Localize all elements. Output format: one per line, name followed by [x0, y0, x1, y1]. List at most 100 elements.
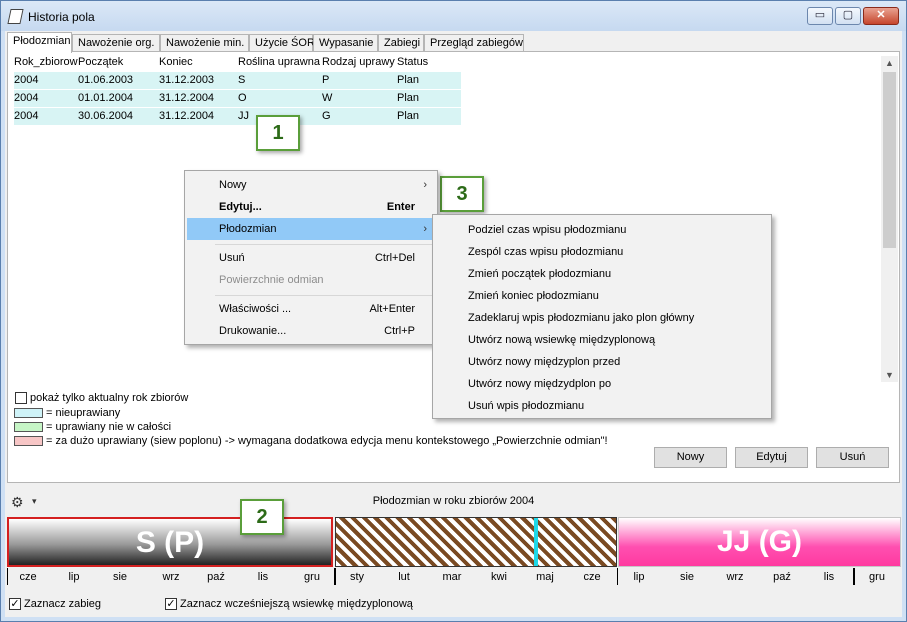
scroll-up-icon[interactable]: ▲ — [881, 56, 898, 70]
callout-marker-2: 2 — [240, 499, 284, 535]
column-header-status[interactable]: Status — [397, 56, 428, 68]
menu-item-edit[interactable]: Edytuj... Enter — [187, 196, 435, 218]
cell-crop: S — [238, 74, 246, 86]
legend-swatch — [14, 422, 43, 432]
timeline-bar: S (P) JJ (G) — [7, 517, 901, 567]
month-tick — [617, 568, 618, 585]
menu-separator — [215, 244, 435, 245]
cell-year: 2004 — [14, 74, 39, 86]
year-tick — [334, 568, 336, 585]
month-label: lis — [823, 571, 835, 583]
crop-block-s[interactable]: S (P) — [7, 517, 333, 567]
tab-uzycie-sor[interactable]: Użycie ŚOR — [249, 34, 315, 51]
document-icon — [7, 9, 24, 24]
cell-crop: O — [238, 92, 247, 104]
month-label: paź — [773, 571, 791, 583]
submenu-item-new-undersowing[interactable]: Utwórz nową wsiewkę międzyplonową — [435, 329, 769, 351]
crop-block-o[interactable] — [335, 517, 617, 567]
scroll-thumb[interactable] — [883, 72, 896, 248]
submenu-item-label: Zmień koniec płodozmianu — [468, 290, 599, 302]
year-tick — [853, 568, 855, 585]
submenu-item-label: Zadeklaruj wpis płodozmianu jako plon gł… — [468, 312, 695, 324]
submenu-item-catch-crop-after[interactable]: Utwórz nowy międzydplon po — [435, 373, 769, 395]
vertical-scrollbar[interactable]: ▲ ▼ — [881, 56, 898, 382]
cell-crop: JJ — [238, 110, 249, 122]
tab-przeglad-zabiegow[interactable]: Przegląd zabiegów — [424, 34, 524, 51]
minimize-button[interactable]: ▭ — [807, 7, 833, 25]
menu-item-variety-areas: Powierzchnie odmian — [187, 269, 435, 291]
column-header-crop[interactable]: Roślina uprawna — [238, 56, 320, 68]
month-label: sty — [349, 571, 365, 583]
column-header-year[interactable]: Rok_zbiorow — [14, 56, 78, 68]
submenu-item-label: Utwórz nowy międzyplon przed — [468, 356, 621, 368]
menu-item-label: Płodozmian — [219, 223, 277, 235]
mark-earlier-checkbox[interactable]: ✓ — [165, 598, 177, 610]
column-header-end[interactable]: Koniec — [159, 56, 193, 68]
cell-start: 30.06.2004 — [78, 110, 134, 122]
column-header-start[interactable]: Początek — [78, 56, 123, 68]
submenu-item-label: Zmień początek płodozmianu — [468, 268, 612, 280]
menu-item-label: Drukowanie... — [219, 325, 287, 337]
cell-end: 31.12.2003 — [159, 74, 215, 86]
callout-marker-3: 3 — [440, 176, 484, 212]
crop-block-jj[interactable]: JJ (G) — [618, 517, 901, 567]
month-label: cze — [583, 571, 601, 583]
menu-item-label: Powierzchnie odmian — [219, 274, 324, 286]
legend-swatch — [14, 408, 43, 418]
cell-year: 2004 — [14, 110, 39, 122]
column-header-crop-type[interactable]: Rodzaj uprawy — [322, 56, 395, 68]
table-row[interactable]: 2004 01.01.2004 31.12.2004 O W Plan — [14, 90, 461, 107]
timeline-section: ⚙ ▾ Płodozmian w roku zbiorów 2004 S (P)… — [5, 485, 902, 617]
menu-item-shortcut: Ctrl+Del — [374, 252, 415, 264]
menu-item-print[interactable]: Drukowanie... Ctrl+P — [187, 320, 435, 342]
tab-plodozmian[interactable]: Płodozmian — [7, 32, 72, 53]
month-label: gru — [304, 571, 320, 583]
submenu-item-split[interactable]: Podziel czas wpisu płodozmianu — [435, 219, 769, 241]
mark-treatment-checkbox[interactable]: ✓ — [9, 598, 21, 610]
tab-zabiegi[interactable]: Zabiegi — [378, 34, 424, 51]
submenu-item-delete-entry[interactable]: Usuń wpis płodozmianu — [435, 395, 769, 417]
tab-wypasanie[interactable]: Wypasanie — [313, 34, 378, 51]
menu-item-plodozmian[interactable]: Płodozmian › — [187, 218, 435, 240]
tab-nawozenie-org[interactable]: Nawożenie org. — [72, 34, 160, 51]
month-label: wrz — [726, 571, 744, 583]
maximize-button[interactable]: ▢ — [835, 7, 861, 25]
menu-item-new[interactable]: Nowy › — [187, 174, 435, 196]
cell-year: 2004 — [14, 92, 39, 104]
submenu-item-change-end[interactable]: Zmień koniec płodozmianu — [435, 285, 769, 307]
month-label: wrz — [162, 571, 180, 583]
menu-item-label: Edytuj... — [219, 201, 262, 213]
legend-text: = za dużo uprawiany (siew poplonu) -> wy… — [46, 435, 608, 447]
legend-text: = uprawiany nie w całości — [46, 421, 172, 433]
submenu-item-catch-crop-before[interactable]: Utwórz nowy międzyplon przed — [435, 351, 769, 373]
timeline-title: Płodozmian w roku zbiorów 2004 — [372, 495, 535, 507]
month-label: sie — [112, 571, 128, 583]
submenu-item-change-start[interactable]: Zmień początek płodozmianu — [435, 263, 769, 285]
close-button[interactable]: ✕ — [863, 7, 899, 25]
scroll-down-icon[interactable]: ▼ — [881, 368, 898, 382]
submenu-item-label: Usuń wpis płodozmianu — [468, 400, 585, 412]
new-button[interactable]: Nowy — [654, 447, 727, 468]
menu-item-delete[interactable]: Usuń Ctrl+Del — [187, 247, 435, 269]
cell-crop-type: G — [322, 110, 331, 122]
submenu-item-label: Podziel czas wpisu płodozmianu — [468, 224, 627, 236]
cell-status: Plan — [397, 110, 420, 122]
table-row[interactable]: 2004 01.06.2003 31.12.2003 S P Plan — [14, 72, 461, 89]
submenu-item-declare-main[interactable]: Zadeklaruj wpis płodozmianu jako plon gł… — [435, 307, 769, 329]
legend-text: = nieuprawiany — [46, 407, 121, 419]
edit-button[interactable]: Edytuj — [735, 447, 808, 468]
table-row[interactable]: 2004 30.06.2004 31.12.2004 JJ G Plan — [14, 108, 461, 125]
current-year-checkbox[interactable] — [15, 392, 27, 404]
menu-item-shortcut: Enter — [386, 201, 415, 213]
month-label: cze — [19, 571, 37, 583]
submenu-item-merge[interactable]: Zespól czas wpisu płodozmianu — [435, 241, 769, 263]
menu-item-shortcut: Ctrl+P — [384, 325, 415, 337]
menu-item-properties[interactable]: Właściwości ... Alt+Enter — [187, 298, 435, 320]
month-label: lip — [68, 571, 80, 583]
mark-earlier-label: Zaznacz wcześniejszą wsiewkę międzyplono… — [180, 598, 413, 610]
tab-nawozenie-min[interactable]: Nawożenie min. — [160, 34, 249, 51]
menu-item-label: Właściwości ... — [219, 303, 292, 315]
menu-item-shortcut: Alt+Enter — [369, 303, 415, 315]
legend-swatch — [14, 436, 43, 446]
delete-button[interactable]: Usuń — [816, 447, 889, 468]
